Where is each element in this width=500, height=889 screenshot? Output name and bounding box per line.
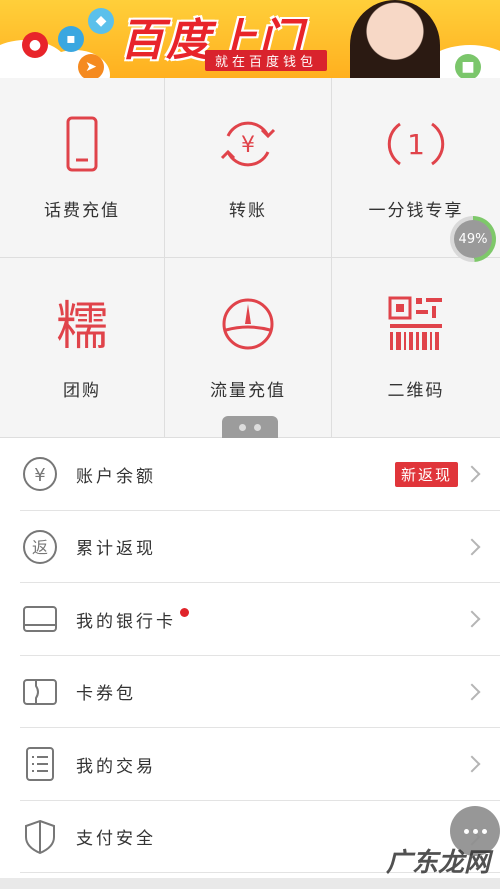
list-item-label: 账户余额 [76,466,156,487]
transactions-icon [22,746,58,782]
service-grid: 话费充值 ¥ 转账 1 一分钱专享 49% 糯 团购 流量充值 二维码 [0,78,500,438]
page-dot [239,423,246,431]
grid-item-label: 话费充值 [44,201,120,221]
tag-icon: ◆ [88,8,114,34]
group-buy-icon: 糯 [56,297,108,354]
grid-item-data-topup[interactable]: 流量充值 [165,258,332,438]
svg-text:¥: ¥ [241,133,255,158]
bottom-bar [0,878,500,889]
list-item-transactions[interactable]: 我的交易 [0,728,500,801]
svg-text:¥: ¥ [34,465,45,486]
chevron-right-icon [463,683,481,701]
promo-banner[interactable]: ● ▪ ◆ ➤ ■ 百度上门 就在百度钱包 [0,0,500,78]
list-item-total-cashback[interactable]: 返 累计返现 [0,511,500,584]
data-gauge-icon [222,298,274,350]
chevron-right-icon [463,610,481,628]
list-item-label: 累计返现 [76,539,156,560]
banner-person-image [350,0,440,78]
grid-item-label: 二维码 [387,381,445,401]
gift-icon: ■ [455,54,481,78]
list-item-label: 我的银行卡 [76,611,176,632]
cup-icon: ▪ [58,26,84,52]
grid-item-label: 转账 [229,201,267,221]
bank-card-icon [22,601,58,637]
dot [481,828,487,834]
list-item-coupons[interactable]: 卡券包 [0,656,500,729]
chevron-right-icon [463,465,481,483]
lips-icon: ● [22,32,48,58]
grid-item-label: 一分钱专享 [368,201,464,221]
grid-item-one-cent[interactable]: 1 一分钱专享 49% [332,78,500,262]
new-cashback-badge: 新返现 [394,462,458,487]
shield-icon [22,819,58,855]
cashback-icon: 返 [22,529,58,565]
grid-item-transfer[interactable]: ¥ 转账 [165,78,332,258]
chevron-right-icon [463,538,481,556]
grid-item-phone-topup[interactable]: 话费充值 [0,78,165,258]
grid-item-label: 流量充值 [210,381,286,401]
page-dot [254,423,261,431]
coupon-icon [22,674,58,710]
page-indicator[interactable] [222,416,278,438]
banner-subtitle: 就在百度钱包 [205,50,328,71]
list-item-bank-cards[interactable]: 我的银行卡 [0,583,500,656]
transfer-icon: ¥ [220,121,276,167]
list-item-account-balance[interactable]: ¥ 账户余额 新返现 [0,438,500,511]
progress-indicator: 49% [450,216,496,262]
progress-text: 49% [454,220,492,258]
grid-item-group-buy[interactable]: 糯 团购 [0,258,165,438]
svg-text:1: 1 [407,128,425,161]
grid-item-qrcode[interactable]: 二维码 [332,258,500,438]
watermark: 广东龙网 [385,848,490,878]
svg-text:糯: 糯 [56,297,108,354]
dot [463,828,469,834]
list-item-label: 卡券包 [76,684,136,705]
list-item-label: 支付安全 [76,829,156,850]
one-cent-icon: 1 [387,122,445,166]
yuan-icon: ¥ [22,456,58,492]
list-item-label: 我的交易 [76,756,156,777]
arrow-icon: ➤ [78,54,104,78]
grid-item-label: 团购 [63,381,101,401]
qrcode-icon [388,296,442,350]
wallet-menu-list: ¥ 账户余额 新返现 返 累计返现 我的银行卡 卡券包 我的交易 支付安全 [0,438,500,878]
notification-dot [180,607,189,617]
chevron-right-icon [463,755,481,773]
svg-text:返: 返 [32,538,48,557]
dot [472,828,478,834]
phone-icon [66,116,98,172]
